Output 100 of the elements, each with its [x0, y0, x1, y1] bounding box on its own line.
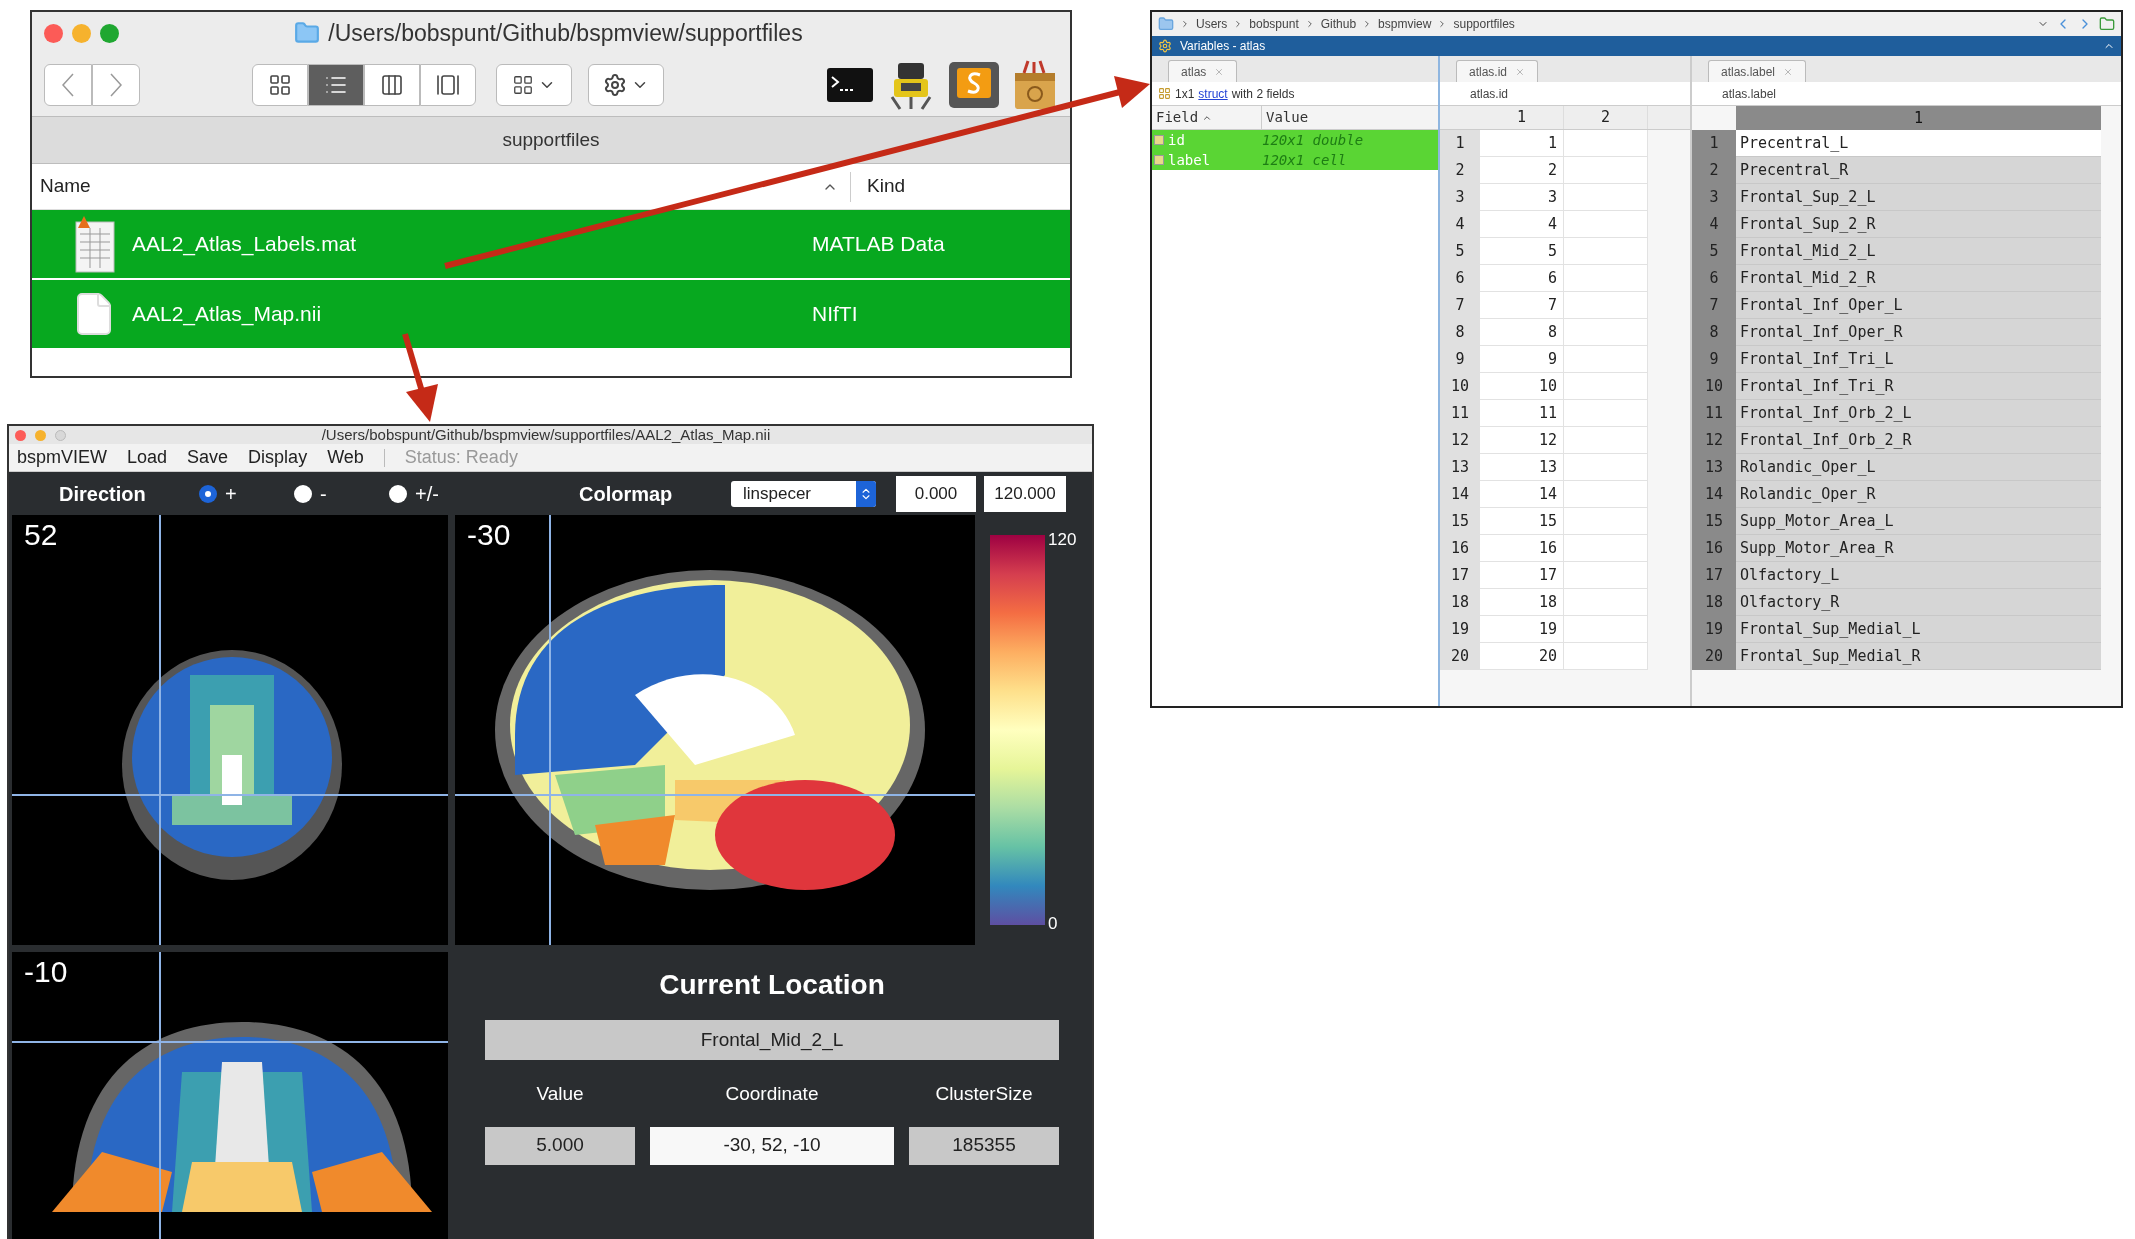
menu-item[interactable]: Display — [248, 444, 308, 471]
view-mode-button[interactable] — [308, 64, 364, 106]
table-cell[interactable]: Supp_Motor_Area_R — [1736, 535, 2101, 562]
grid-icon — [512, 74, 534, 96]
breadcrumb-item[interactable]: supportfiles — [1453, 15, 1515, 33]
row-number: 8 — [1692, 319, 1736, 346]
view-mode-button[interactable] — [420, 64, 476, 106]
gallery-icon — [436, 73, 460, 97]
arrange-button[interactable] — [496, 64, 572, 106]
table-cell[interactable]: Olfactory_L — [1736, 562, 2101, 589]
radio-button[interactable] — [389, 484, 407, 503]
variable-tab[interactable]: atlas.id — [1456, 60, 1539, 82]
table-cell[interactable]: Frontal_Sup_2_L — [1736, 184, 2101, 211]
column-header[interactable]: Value — [1262, 106, 1313, 129]
close-button[interactable] — [15, 429, 26, 441]
breadcrumb-item[interactable]: bspmview — [1378, 15, 1432, 33]
menu-item[interactable]: Web — [327, 444, 364, 471]
gear-icon — [603, 73, 627, 97]
row-number: 8 — [1440, 319, 1480, 346]
column-header[interactable]: Name — [32, 172, 822, 201]
action-button[interactable] — [588, 64, 664, 106]
min-field[interactable]: 0.000 — [896, 475, 976, 512]
radio-button[interactable] — [199, 484, 217, 503]
table-cell: 19 — [1480, 616, 1564, 643]
breadcrumb-item[interactable]: Users — [1196, 15, 1228, 33]
package-icon[interactable] — [1012, 59, 1058, 111]
max-field[interactable]: 120.000 — [984, 475, 1066, 512]
variable-tab[interactable]: atlas — [1168, 60, 1238, 82]
row-number: 3 — [1440, 184, 1480, 211]
row-number: 2 — [1440, 157, 1480, 184]
forward-button[interactable] — [92, 64, 140, 106]
back-button[interactable] — [44, 64, 92, 106]
table-cell: 8 — [1480, 319, 1564, 346]
menu-item[interactable]: Save — [187, 444, 229, 471]
region-field: Frontal_Mid_2_L — [485, 1020, 1059, 1060]
struct-link[interactable]: struct — [1198, 84, 1228, 103]
table-cell: 13 — [1480, 454, 1564, 481]
close-icon[interactable] — [1515, 66, 1526, 77]
table-cell[interactable]: Olfactory_R — [1736, 589, 2101, 616]
table-cell[interactable]: Frontal_Inf_Oper_L — [1736, 292, 2101, 319]
window-title: /Users/bobspunt/Github/bspmview/supportfiles/AAL2_Atlas_Map.nii — [320, 426, 772, 445]
menu-item[interactable]: bspmVIEW — [17, 444, 108, 471]
table-cell[interactable]: Frontal_Inf_Tri_L — [1736, 346, 2101, 373]
slice-view[interactable]: 52 — [12, 515, 448, 945]
coordinate-field[interactable]: -30, 52, -10 — [650, 1126, 894, 1165]
table-cell: 1 — [1480, 130, 1564, 157]
table-cell[interactable]: Precentral_R — [1736, 157, 2101, 184]
zoom-button[interactable] — [100, 23, 119, 43]
table-cell[interactable]: Frontal_Sup_Medial_R — [1736, 643, 2101, 670]
close-icon[interactable] — [1783, 66, 1794, 77]
row-number: 19 — [1692, 616, 1736, 643]
column-header[interactable]: 2 — [1564, 106, 1648, 129]
radio-label: + — [225, 481, 237, 507]
column-header[interactable]: Field — [1156, 107, 1199, 128]
radio-label: +/- — [415, 481, 439, 507]
minimize-button[interactable] — [72, 23, 91, 43]
close-button[interactable] — [44, 23, 63, 43]
table-cell[interactable]: Precentral_L — [1736, 130, 2101, 157]
table-cell[interactable]: Frontal_Sup_Medial_L — [1736, 616, 2101, 643]
file-name: AAL2_Atlas_Map.nii — [132, 301, 323, 328]
table-cell[interactable]: Frontal_Mid_2_L — [1736, 238, 2101, 265]
colormap-select[interactable]: linspecer — [731, 480, 876, 507]
row-number: 4 — [1692, 211, 1736, 238]
table-cell[interactable]: Frontal_Inf_Tri_R — [1736, 373, 2101, 400]
row-number: 13 — [1440, 454, 1480, 481]
table-cell[interactable]: Frontal_Sup_2_R — [1736, 211, 2101, 238]
slice-view[interactable]: -30 — [455, 515, 975, 945]
field-name: label — [1168, 150, 1211, 170]
table-cell: 17 — [1480, 562, 1564, 589]
view-mode-button[interactable] — [364, 64, 420, 106]
view-mode-button[interactable] — [252, 64, 308, 106]
table-cell[interactable]: Frontal_Inf_Orb_2_R — [1736, 427, 2101, 454]
row-number: 11 — [1440, 400, 1480, 427]
terminal-icon[interactable] — [826, 65, 874, 105]
table-cell[interactable]: Frontal_Inf_Orb_2_L — [1736, 400, 2101, 427]
menu-item[interactable]: Load — [127, 444, 168, 471]
breadcrumb-item[interactable]: Github — [1320, 15, 1357, 33]
row-number: 20 — [1692, 643, 1736, 670]
close-icon[interactable] — [1214, 66, 1225, 77]
table-cell[interactable]: Rolandic_Oper_L — [1736, 454, 2101, 481]
table-cell[interactable]: Frontal_Mid_2_R — [1736, 265, 2101, 292]
radio-button[interactable] — [294, 484, 312, 503]
table-cell[interactable]: Rolandic_Oper_R — [1736, 481, 2101, 508]
folder-icon[interactable] — [2099, 16, 2115, 32]
table-cell[interactable]: Frontal_Inf_Oper_R — [1736, 319, 2101, 346]
app-icon[interactable] — [948, 61, 1000, 109]
column-header[interactable]: 1 — [1480, 106, 1564, 129]
column-header[interactable]: 1 — [1736, 106, 2101, 130]
slice-view[interactable]: -10 — [12, 952, 448, 1239]
row-number: 12 — [1692, 427, 1736, 454]
variable-name: atlas.label — [1721, 85, 1777, 103]
file-kind: NIfTI — [812, 301, 858, 328]
breadcrumb-item[interactable]: bobspunt — [1249, 15, 1299, 33]
column-header[interactable]: Kind — [851, 172, 906, 201]
table-cell: 15 — [1480, 508, 1564, 535]
table-cell: 7 — [1480, 292, 1564, 319]
variable-tab[interactable]: atlas.label — [1708, 60, 1807, 82]
row-number: 10 — [1440, 373, 1480, 400]
table-cell[interactable]: Supp_Motor_Area_L — [1736, 508, 2101, 535]
field-name: id — [1168, 130, 1185, 150]
